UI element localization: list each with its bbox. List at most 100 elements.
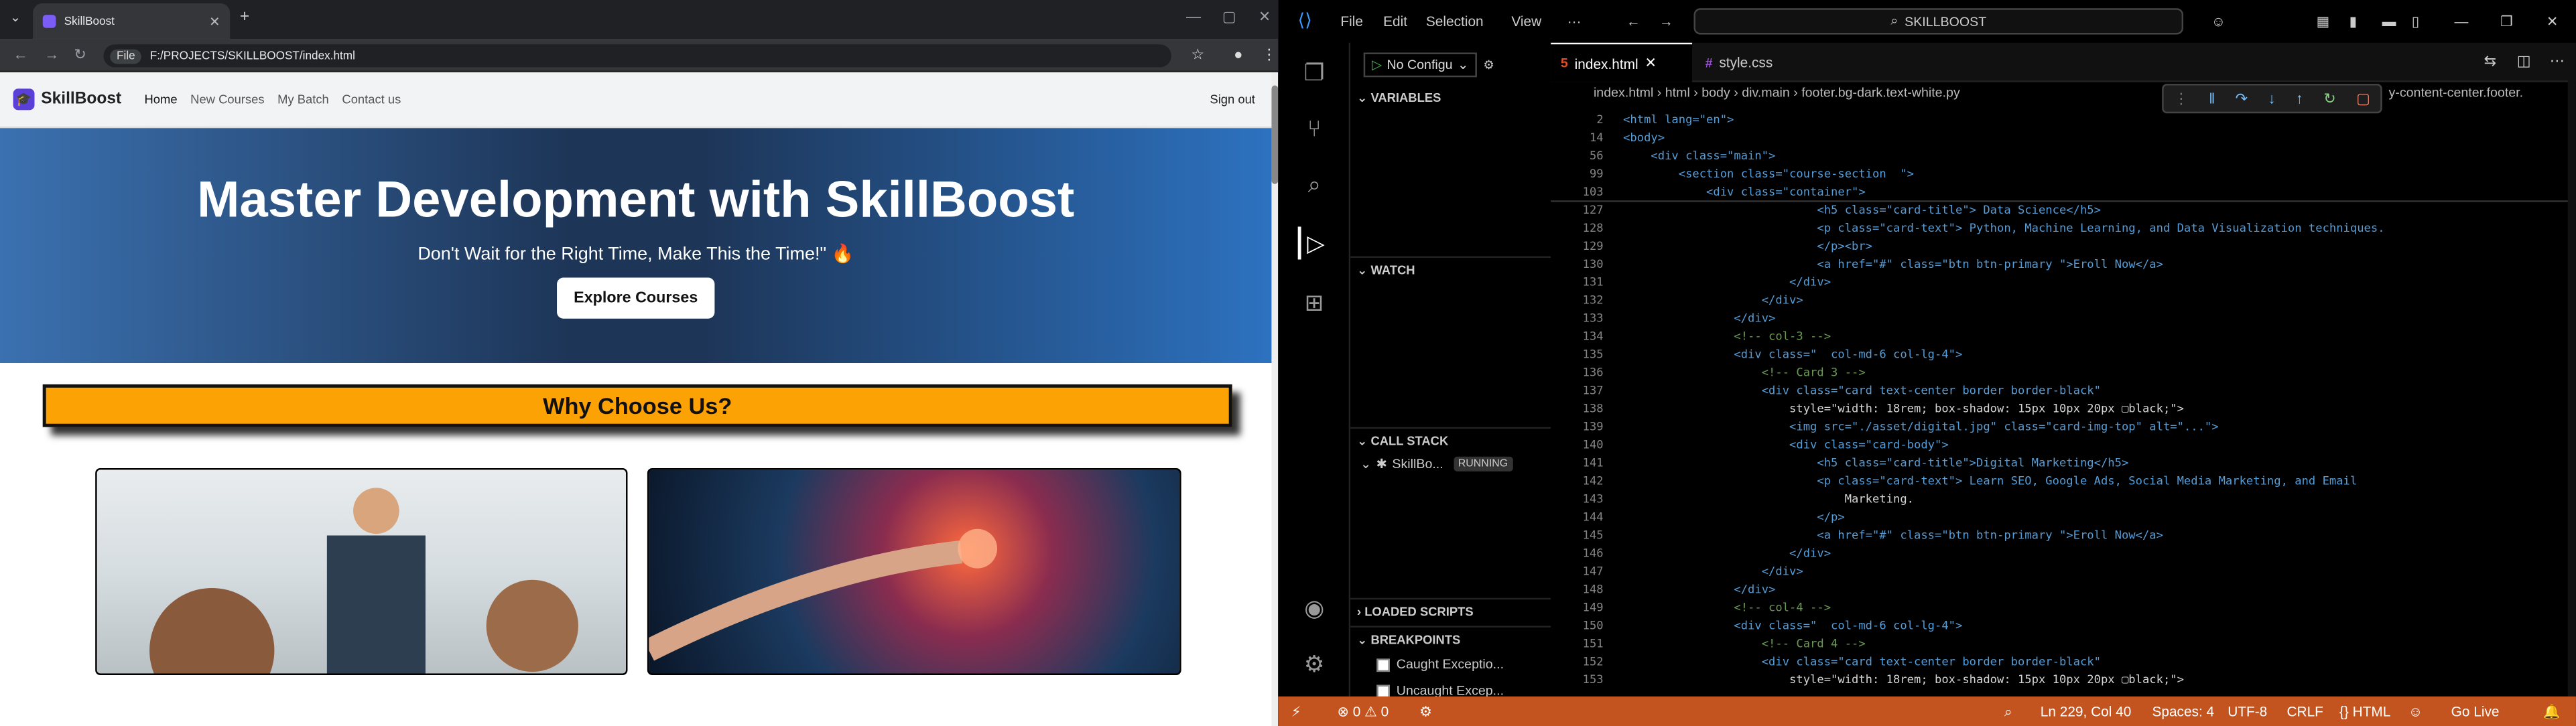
copilot-status-icon[interactable]: ☺ [2408, 703, 2423, 720]
search-icon[interactable]: ⌕ [1298, 167, 1331, 200]
step-out-icon[interactable]: ↑ [2296, 90, 2303, 107]
code-line[interactable]: 153 style="width: 18rem; box-shadow: 15p… [1551, 672, 2576, 690]
code-line[interactable]: 131 </div> [1551, 275, 2576, 293]
code-line[interactable]: 148 </div> [1551, 581, 2576, 599]
checkbox[interactable] [1376, 684, 1390, 698]
explore-courses-button[interactable]: Explore Courses [557, 277, 714, 319]
code-line[interactable]: 127 <h5 class="card-title"> Data Science… [1551, 202, 2576, 220]
address-input[interactable]: File F:/PROJECTS/SKILLBOOST/index.html [103, 44, 1171, 68]
code-line[interactable]: 137 <div class="card text-center border … [1551, 382, 2576, 401]
layout-icon[interactable]: ▦ [2317, 13, 2330, 31]
tab-search-icon[interactable]: ⌄ [10, 10, 21, 25]
watch-section[interactable]: ⌄ WATCH [1350, 256, 1551, 283]
code-line[interactable]: 146 </div> [1551, 545, 2576, 563]
language-mode[interactable]: {} HTML [2339, 703, 2390, 720]
nav-new-courses[interactable]: New Courses [190, 92, 264, 106]
toggle-panel-icon[interactable]: ▬ [2382, 13, 2396, 30]
breakpoints-section[interactable]: ⌄ BREAKPOINTS [1350, 626, 1551, 652]
split-editor-icon[interactable]: ◫ [2517, 52, 2531, 70]
code-line[interactable]: 56 <div class="main"> [1551, 148, 2576, 166]
restore-icon[interactable]: ❐ [2500, 13, 2513, 31]
run-config-select[interactable]: ▷ No Configu ⌄ [1363, 52, 1477, 77]
code-line[interactable]: 132 </div> [1551, 293, 2576, 311]
code-line[interactable]: 138 style="width: 18rem; box-shadow: 15p… [1551, 401, 2576, 419]
explorer-icon[interactable]: ❐ [1298, 56, 1331, 88]
code-line[interactable]: 142 <p class="card-text"> Learn SEO, Goo… [1551, 473, 2576, 491]
code-line[interactable]: 150 <div class=" col-md-6 col-lg-4"> [1551, 618, 2576, 636]
code-line[interactable]: 152 <div class="card text-center border … [1551, 654, 2576, 672]
browser-tab[interactable]: SkillBoost ✕ [33, 3, 231, 40]
code-line[interactable]: 128 <p class="card-text"> Python, Machin… [1551, 220, 2576, 238]
code-line[interactable]: 149 <!-- col-4 --> [1551, 599, 2576, 618]
code-line[interactable]: 135 <div class=" col-md-6 col-lg-4"> [1551, 346, 2576, 364]
forward-icon[interactable]: → [44, 46, 59, 63]
code-line[interactable]: 103 <div class="container"> [1551, 184, 2576, 202]
code-line[interactable]: 133 </div> [1551, 311, 2576, 329]
callstack-section[interactable]: ⌄ CALL STACK [1350, 427, 1551, 453]
code-line[interactable]: 139 <img src="./asset/digital.jpg" class… [1551, 419, 2576, 437]
close-icon[interactable]: ✕ [2547, 13, 2558, 31]
toggle-sidebar-icon[interactable]: ▮ [2349, 13, 2357, 31]
nav-home[interactable]: Home [145, 92, 178, 106]
toggle-secondary-icon[interactable]: ▯ [2412, 13, 2419, 31]
variables-section[interactable]: ⌄ VARIABLES [1350, 86, 1551, 112]
code-line[interactable]: 14 <body> [1551, 130, 2576, 148]
nav-my-batch[interactable]: My Batch [277, 92, 329, 106]
cursor-position[interactable]: Ln 229, Col 40 [2041, 703, 2132, 720]
code-line[interactable]: 130 <a href="#" class="btn btn-primary "… [1551, 257, 2576, 275]
step-into-icon[interactable]: ↓ [2268, 90, 2275, 107]
code-line[interactable]: 151 <!-- Card 4 --> [1551, 636, 2576, 654]
profile-icon[interactable]: ● [1234, 46, 1242, 63]
debug-settings-gear-icon[interactable]: ⚙ [1483, 57, 1494, 72]
code-line[interactable]: 144 </p> [1551, 509, 2576, 527]
back-icon[interactable]: ← [13, 46, 28, 63]
menu-kebab-icon[interactable]: ⋮ [1262, 46, 1277, 64]
code-line[interactable]: 136 <!-- Card 3 --> [1551, 364, 2576, 382]
code-line[interactable]: 99 <section class="course-section "> [1551, 166, 2576, 184]
code-line[interactable]: 141 <h5 class="card-title">Digital Marke… [1551, 455, 2576, 473]
maximize-icon[interactable]: ▢ [1222, 8, 1236, 26]
command-center-search[interactable]: ⌕ SKILLBOOST [1693, 8, 2184, 35]
minimize-icon[interactable]: — [1186, 8, 1201, 25]
drag-handle-icon[interactable]: ⋮ [2174, 90, 2189, 108]
code-line[interactable]: 145 <a href="#" class="btn btn-primary "… [1551, 527, 2576, 545]
run-debug-icon[interactable]: ▷ [1297, 226, 1331, 260]
source-control-icon[interactable]: ⑂ [1298, 112, 1331, 145]
code-editor[interactable]: 2 <html lang="en"> 14 <body> 56 <div class="… [1551, 112, 2576, 690]
nav-forward-icon[interactable]: → [1659, 13, 1673, 30]
copilot-icon[interactable]: ☺ [2211, 13, 2226, 30]
sign-out-link[interactable]: Sign out [1210, 92, 1254, 106]
close-window-icon[interactable]: ✕ [1259, 8, 1271, 26]
checkbox[interactable] [1376, 658, 1390, 671]
menu-edit[interactable]: Edit [1383, 13, 1407, 30]
tab-index-html[interactable]: 5 index.html ✕ [1551, 42, 1693, 82]
settings-gear-icon[interactable]: ⚙ [1298, 647, 1331, 680]
site-brand[interactable]: 🎓 SkillBoost [13, 88, 121, 111]
minimize-icon[interactable]: — [2455, 13, 2469, 30]
nav-contact[interactable]: Contact us [342, 92, 401, 106]
zoom-icon[interactable]: ⌕ [2004, 703, 2012, 721]
restart-icon[interactable]: ↻ [2323, 90, 2336, 108]
account-icon[interactable]: ◉ [1298, 591, 1331, 624]
extensions-icon[interactable]: ⊞ [1298, 286, 1331, 319]
notifications-icon[interactable]: 🔔 [2543, 703, 2561, 721]
code-line[interactable]: 143 Marketing. [1551, 491, 2576, 509]
problems-count[interactable]: ⊗ 0 ⚠ 0 [1338, 703, 1389, 721]
close-tab-icon[interactable]: ✕ [209, 14, 220, 29]
menu-selection[interactable]: Selection [1426, 13, 1484, 30]
reload-icon[interactable]: ↻ [74, 46, 86, 64]
pause-icon[interactable]: ‖ [2209, 90, 2215, 107]
menu-view[interactable]: View [1511, 13, 1541, 30]
tab-style-css[interactable]: # style.css [1695, 43, 1837, 82]
more-actions-icon[interactable]: ⋯ [2550, 52, 2565, 70]
code-line[interactable]: 147 </div> [1551, 563, 2576, 581]
page-scrollbar[interactable] [1271, 72, 1279, 726]
code-line[interactable]: 140 <div class="card-body"> [1551, 437, 2576, 455]
code-line[interactable]: 129 </p><br> [1551, 238, 2576, 257]
loaded-scripts-section[interactable]: › LOADED SCRIPTS [1350, 597, 1551, 624]
remote-icon[interactable]: ⚡ [1291, 703, 1301, 721]
stop-icon[interactable]: ▢ [2356, 90, 2370, 108]
scroll-thumb[interactable] [1271, 85, 1279, 184]
indent-setting[interactable]: Spaces: 4 [2152, 703, 2214, 720]
close-icon[interactable]: ✕ [1645, 54, 1656, 72]
